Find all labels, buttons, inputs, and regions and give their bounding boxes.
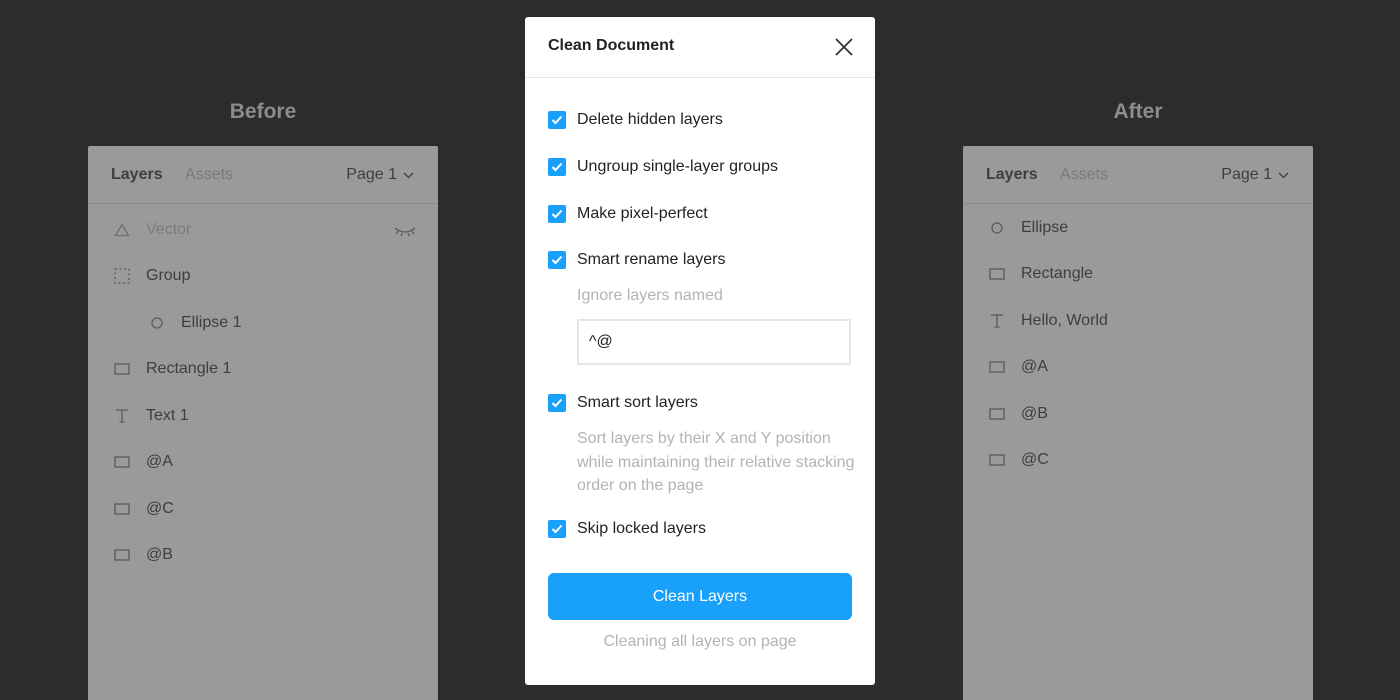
layer-label: Vector <box>146 221 192 238</box>
option-ungroup-single[interactable]: Ungroup single-layer groups <box>548 158 778 176</box>
rectangle-icon <box>987 357 1007 377</box>
rectangle-icon <box>112 359 132 379</box>
layer-label: Ellipse <box>1021 219 1069 236</box>
frame-icon <box>112 266 132 286</box>
option-skip-locked[interactable]: Skip locked layers <box>548 520 706 538</box>
layer-row[interactable]: Ellipse <box>987 216 1068 240</box>
chevron-down-icon <box>1278 172 1289 178</box>
layer-row[interactable]: Rectangle 1 <box>112 357 231 381</box>
layer-label: @A <box>1021 358 1048 375</box>
rectangle-icon <box>987 450 1007 470</box>
text-icon <box>987 311 1007 331</box>
layer-label: @B <box>146 546 173 563</box>
ignore-layers-input[interactable] <box>577 319 851 365</box>
layer-row[interactable]: @B <box>112 543 173 567</box>
rectangle-icon <box>112 545 132 565</box>
layer-row[interactable]: Group <box>112 264 190 288</box>
layer-row[interactable]: Vector <box>112 218 191 242</box>
option-delete-hidden[interactable]: Delete hidden layers <box>548 111 723 129</box>
option-label: Ungroup single-layer groups <box>577 158 778 175</box>
checkbox[interactable] <box>548 394 566 412</box>
layer-label: Ellipse 1 <box>181 314 242 331</box>
ellipse-icon <box>987 218 1007 238</box>
rectangle-icon <box>987 264 1007 284</box>
layer-label: Rectangle 1 <box>146 360 232 377</box>
layer-label: @C <box>1021 451 1049 468</box>
checkmark-icon <box>551 398 563 408</box>
panel-header: Layers Assets Page 1 <box>963 146 1313 204</box>
layer-row[interactable]: @C <box>987 448 1049 472</box>
tab-layers[interactable]: Layers <box>986 166 1038 184</box>
checkbox[interactable] <box>548 520 566 538</box>
close-icon <box>835 38 853 56</box>
checkbox[interactable] <box>548 111 566 129</box>
tab-layers[interactable]: Layers <box>111 166 163 184</box>
layer-label: Hello, World <box>1021 312 1108 329</box>
layer-row[interactable]: @C <box>112 497 174 521</box>
checkbox[interactable] <box>548 158 566 176</box>
before-layers-panel: Layers Assets Page 1 Vector Group Ellips… <box>88 146 438 700</box>
option-label: Smart sort layers <box>577 394 698 411</box>
checkmark-icon <box>551 524 563 534</box>
layer-row[interactable]: @A <box>987 355 1048 379</box>
ignore-layers-label: Ignore layers named <box>577 287 723 304</box>
page-select[interactable]: Page 1 <box>346 166 414 184</box>
panel-header: Layers Assets Page 1 <box>88 146 438 204</box>
layer-label: @A <box>146 453 173 470</box>
checkmark-icon <box>551 162 563 172</box>
layer-row[interactable]: Rectangle <box>987 262 1093 286</box>
layer-label: @C <box>146 500 174 517</box>
option-pixel-perfect[interactable]: Make pixel-perfect <box>548 205 708 223</box>
text-icon <box>112 406 132 426</box>
option-label: Make pixel-perfect <box>577 205 708 222</box>
rectangle-icon <box>112 499 132 519</box>
dialog-title: Clean Document <box>548 37 675 54</box>
dialog-header: Clean Document <box>525 17 875 78</box>
layer-label: Rectangle <box>1021 265 1094 282</box>
chevron-down-icon <box>403 172 414 178</box>
checkbox[interactable] <box>548 205 566 223</box>
tab-assets[interactable]: Assets <box>1060 166 1108 184</box>
checkmark-icon <box>551 115 563 125</box>
option-label: Smart rename layers <box>577 251 726 268</box>
option-label: Delete hidden layers <box>577 111 723 128</box>
checkmark-icon <box>551 209 563 219</box>
before-heading: Before <box>229 100 297 123</box>
rectangle-icon <box>112 452 132 472</box>
layer-row[interactable]: Hello, World <box>987 309 1108 333</box>
vector-icon <box>112 220 132 240</box>
layer-label: Text 1 <box>146 407 189 424</box>
layer-row[interactable]: Text 1 <box>112 404 189 428</box>
layer-row[interactable]: @A <box>112 450 173 474</box>
clean-layers-button[interactable]: Clean Layers <box>548 573 852 620</box>
tab-assets[interactable]: Assets <box>185 166 233 184</box>
after-layers-panel: Layers Assets Page 1 Ellipse Rectangle H… <box>963 146 1313 700</box>
page-select[interactable]: Page 1 <box>1221 166 1289 184</box>
checkbox[interactable] <box>548 251 566 269</box>
footer-note: Cleaning all layers on page <box>603 633 797 650</box>
ellipse-icon <box>147 313 167 333</box>
layer-label: @B <box>1021 405 1048 422</box>
layer-row[interactable]: @B <box>987 402 1048 426</box>
layer-row[interactable]: Ellipse 1 <box>147 311 241 335</box>
after-heading: After <box>1113 100 1163 123</box>
page-select-label: Page 1 <box>346 166 397 183</box>
hidden-eye-icon[interactable] <box>394 224 416 242</box>
rectangle-icon <box>987 404 1007 424</box>
clean-document-dialog: Clean Document Delete hidden layers Ungr… <box>525 17 875 685</box>
layer-label: Group <box>146 267 191 284</box>
checkmark-icon <box>551 255 563 265</box>
option-label: Skip locked layers <box>577 520 706 537</box>
sort-description: Sort layers by their X and Y position wh… <box>577 430 855 494</box>
close-button[interactable] <box>833 36 855 58</box>
option-smart-rename[interactable]: Smart rename layers <box>548 251 726 269</box>
page-select-label: Page 1 <box>1221 166 1272 183</box>
option-smart-sort[interactable]: Smart sort layers <box>548 394 698 412</box>
